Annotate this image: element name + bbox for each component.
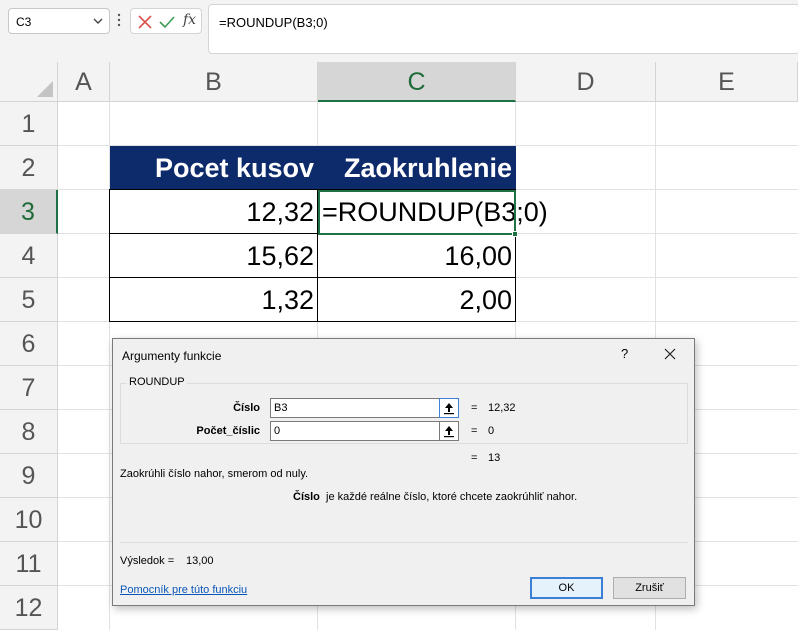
- collapse-dialog-button-cislo[interactable]: [439, 398, 459, 418]
- row-header-2[interactable]: 2: [0, 146, 58, 190]
- cell-b5[interactable]: 1,32: [110, 278, 318, 322]
- column-header-e[interactable]: E: [656, 62, 798, 102]
- collapse-dialog-icon: [444, 403, 454, 415]
- cell-c5[interactable]: 2,00: [318, 278, 516, 322]
- arg-label-pocet-cislic: Počet_číslic: [196, 425, 260, 437]
- close-icon[interactable]: [663, 347, 677, 361]
- more-vertical-icon[interactable]: [116, 11, 122, 29]
- arg-equals: =: [471, 425, 478, 437]
- row-header-9[interactable]: 9: [0, 454, 58, 498]
- collapse-dialog-icon: [444, 426, 454, 438]
- formula-result-preview: 13: [488, 452, 501, 464]
- cell-c2[interactable]: Zaokruhlenie: [318, 146, 516, 190]
- arg-result-cislo: 12,32: [488, 402, 516, 414]
- select-all-triangle-icon: [37, 81, 53, 97]
- row-header-12[interactable]: 12: [0, 586, 58, 630]
- arg-equals: =: [471, 402, 478, 414]
- row-header-8[interactable]: 8: [0, 410, 58, 454]
- cancel-button[interactable]: Zrušiť: [613, 577, 686, 599]
- divider: [120, 542, 688, 543]
- row-header-1[interactable]: 1: [0, 102, 58, 146]
- cell-b4[interactable]: 15,62: [110, 234, 318, 278]
- cell-b2[interactable]: Pocet kusov: [110, 146, 318, 190]
- cancel-x-icon[interactable]: [137, 14, 153, 30]
- arg-help-name: Číslo: [293, 491, 320, 503]
- fill-handle[interactable]: [512, 231, 518, 237]
- active-cell-selection[interactable]: [318, 190, 518, 237]
- chevron-down-icon[interactable]: [91, 13, 105, 29]
- name-box-value: C3: [16, 15, 32, 29]
- row-header-10[interactable]: 10: [0, 498, 58, 542]
- formula-equals: =: [471, 452, 478, 464]
- help-button[interactable]: ?: [621, 346, 628, 361]
- arg-input-pocet-cislic[interactable]: 0: [270, 421, 440, 441]
- row-header-4[interactable]: 4: [0, 234, 58, 278]
- formula-buttons: fx: [130, 8, 202, 34]
- formula-text: =ROUNDUP(B3;0): [219, 15, 328, 30]
- column-header-a[interactable]: A: [58, 62, 110, 102]
- arg-label-cislo: Číslo: [233, 402, 260, 414]
- formula-bar: C3 fx =ROUNDUP(B3;0): [0, 0, 798, 62]
- name-box[interactable]: C3: [8, 8, 110, 34]
- column-header-c[interactable]: C: [318, 62, 516, 102]
- formula-input[interactable]: =ROUNDUP(B3;0): [208, 4, 798, 54]
- arg-result-pocet-cislic: 0: [488, 425, 495, 437]
- cell-c4[interactable]: 16,00: [318, 234, 516, 278]
- row-header-6[interactable]: 6: [0, 322, 58, 366]
- check-icon[interactable]: [159, 14, 175, 30]
- function-description: Zaokrúhli číslo nahor, smerom od nuly.: [120, 468, 309, 480]
- row-header-3[interactable]: 3: [0, 190, 58, 234]
- ok-button[interactable]: OK: [530, 577, 603, 599]
- result-value: 13,00: [186, 555, 214, 567]
- row-header-7[interactable]: 7: [0, 366, 58, 410]
- row-header-11[interactable]: 11: [0, 542, 58, 586]
- result-label: Výsledok =: [120, 555, 175, 567]
- arg-help-text: je každé reálne číslo, ktoré chcete zaok…: [326, 491, 578, 503]
- cell-b3[interactable]: 12,32: [110, 190, 318, 234]
- help-link[interactable]: Pomocník pre túto funkciu: [120, 584, 247, 596]
- function-name: ROUNDUP: [127, 376, 187, 388]
- dialog-title: Argumenty funkcie: [122, 349, 222, 363]
- column-header-d[interactable]: D: [516, 62, 656, 102]
- select-all-corner[interactable]: [0, 62, 58, 102]
- arg-input-cislo[interactable]: B3: [270, 398, 440, 418]
- fx-icon[interactable]: fx: [183, 12, 196, 28]
- function-arguments-dialog: Argumenty funkcie ? ROUNDUP Číslo B3 = 1…: [112, 338, 695, 606]
- column-header-b[interactable]: B: [110, 62, 318, 102]
- collapse-dialog-button-pocet[interactable]: [439, 421, 459, 441]
- row-header-5[interactable]: 5: [0, 278, 58, 322]
